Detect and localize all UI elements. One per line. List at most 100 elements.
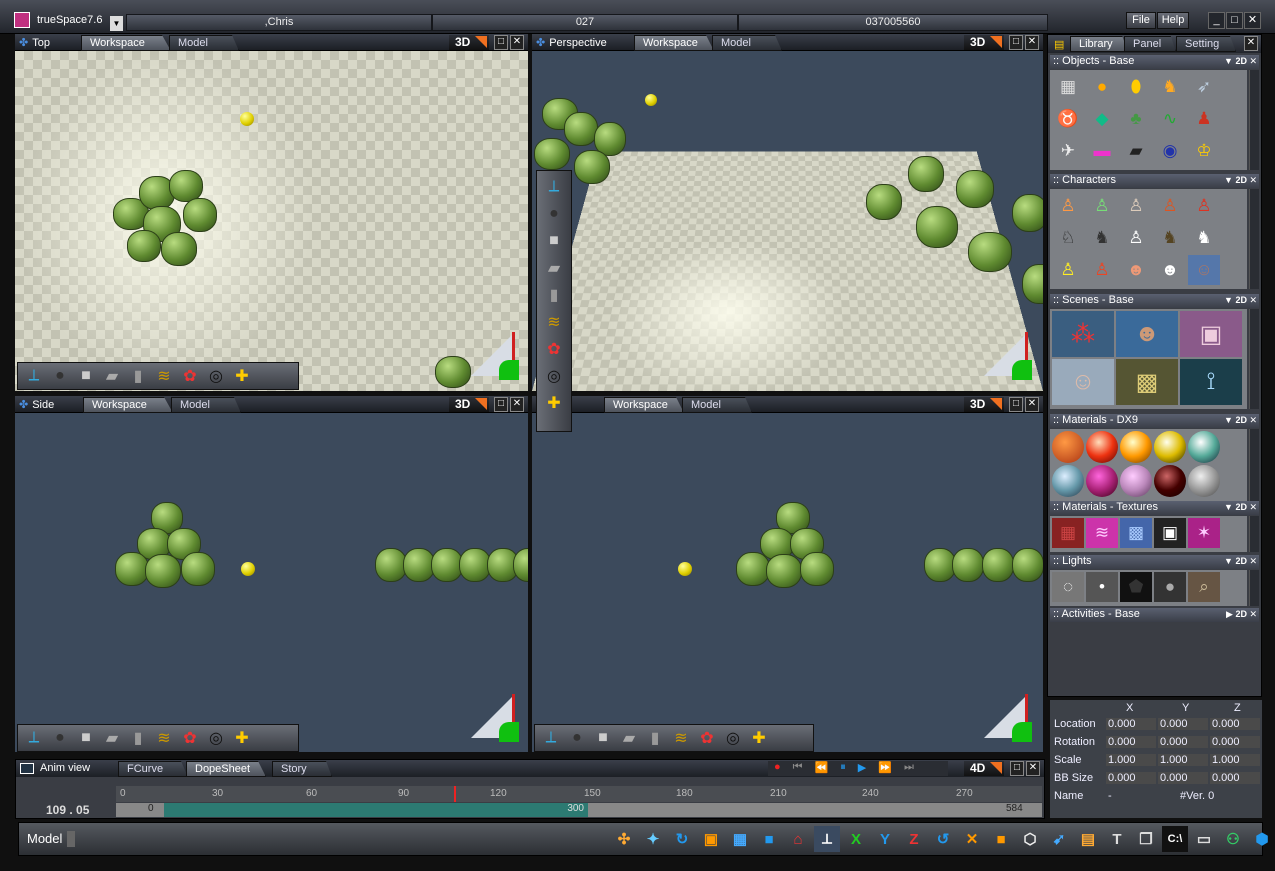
prop-x-field[interactable]: 0.000: [1106, 772, 1156, 784]
cylinder-tool-icon[interactable]: ▮: [126, 726, 150, 750]
sphere-tool-icon[interactable]: ●: [48, 364, 72, 388]
worm-object-icon[interactable]: ∿: [1154, 104, 1186, 134]
tab-workspace[interactable]: Workspace: [81, 35, 171, 51]
tab-model[interactable]: Model: [171, 397, 241, 413]
tab-model[interactable]: Model: [682, 397, 752, 413]
undo-icon[interactable]: ↺: [930, 826, 956, 852]
sprout-cluster[interactable]: [736, 502, 846, 592]
playhead[interactable]: [454, 786, 456, 802]
viewport-top[interactable]: ✤ Top Workspace Model 3D □ ✕ ⟂ ● ■ ▰ ▮ ≋ …: [15, 34, 528, 391]
prop-x-field[interactable]: 0.000: [1106, 718, 1156, 730]
maximize-viewport-icon[interactable]: □: [1009, 35, 1023, 50]
go-start-icon[interactable]: ⏮: [793, 761, 803, 776]
help-menu-button[interactable]: Help: [1157, 12, 1189, 29]
maximize-anim-icon[interactable]: □: [1010, 761, 1024, 776]
close-viewport-icon[interactable]: ✕: [510, 397, 524, 412]
texture-magenta-icon[interactable]: ✶: [1188, 518, 1220, 548]
egg-object-icon[interactable]: ⬮: [1120, 72, 1152, 102]
section-lights[interactable]: :: Lights ▼ 2D ✕: [1050, 555, 1259, 569]
torus-tool-icon[interactable]: ◎: [542, 364, 566, 388]
z-axis-icon[interactable]: Z: [901, 826, 927, 852]
cannon-object-icon[interactable]: ▰: [1120, 136, 1152, 166]
animal-object-icon[interactable]: ♞: [1154, 72, 1186, 102]
viewport-type-icon[interactable]: ✤: [536, 37, 545, 49]
section-materials-dx9[interactable]: :: Materials - DX9 ▼ 2D ✕: [1050, 414, 1259, 428]
material-glass-icon[interactable]: [1052, 465, 1084, 497]
character-woman-icon[interactable]: ♙: [1154, 191, 1186, 221]
scene-balls-icon[interactable]: ⁂: [1052, 311, 1114, 357]
buggy-object-icon[interactable]: ◉: [1154, 136, 1186, 166]
name-field[interactable]: -: [1108, 790, 1112, 802]
cube-tool-icon[interactable]: ■: [74, 364, 98, 388]
plane-tool-icon[interactable]: ▰: [100, 726, 124, 750]
file-menu-button[interactable]: File: [1126, 12, 1156, 29]
plane-tool-icon[interactable]: ▰: [617, 726, 641, 750]
tab-library[interactable]: Library: [1070, 36, 1128, 52]
frog-object-icon[interactable]: ◆: [1086, 104, 1118, 134]
texture-pink-icon[interactable]: ≋: [1086, 518, 1118, 548]
maximize-viewport-icon[interactable]: □: [494, 397, 508, 412]
prop-y-field[interactable]: 1.000: [1158, 754, 1208, 766]
light-point-icon[interactable]: •: [1086, 572, 1118, 602]
character-alien-icon[interactable]: ♙: [1086, 191, 1118, 221]
tab-story[interactable]: Story: [272, 761, 332, 777]
plane-tool-icon[interactable]: ▰: [542, 256, 566, 280]
cylinder-tool-icon[interactable]: ▮: [126, 364, 150, 388]
sprout-cluster[interactable]: [115, 502, 225, 592]
torus-tool-icon[interactable]: ◎: [204, 364, 228, 388]
character-horse-icon[interactable]: ♞: [1154, 223, 1186, 253]
prop-z-field[interactable]: 0.000: [1210, 736, 1260, 748]
fast-forward-icon[interactable]: ⏩: [878, 761, 892, 776]
prop-x-field[interactable]: 1.000: [1106, 754, 1156, 766]
torus-tool-icon[interactable]: ◎: [721, 726, 745, 750]
maximize-viewport-icon[interactable]: □: [1009, 397, 1023, 412]
files-icon[interactable]: ❐: [1133, 826, 1159, 852]
sprout-cluster[interactable]: [113, 168, 223, 278]
prop-z-field[interactable]: 0.000: [1210, 772, 1260, 784]
sprout-row[interactable]: [908, 156, 944, 192]
go-end-icon[interactable]: ⏭: [904, 761, 914, 776]
material-fire-icon[interactable]: [1052, 431, 1084, 463]
people-icon[interactable]: ⚇: [1220, 826, 1246, 852]
materials-scrollbar[interactable]: [1249, 429, 1259, 501]
section-scenes-base[interactable]: :: Scenes - Base ▼ 2D ✕: [1050, 294, 1259, 308]
character-skeleton-icon[interactable]: ♙: [1120, 191, 1152, 221]
close-icon[interactable]: ✕: [1244, 12, 1261, 29]
floating-toolbar[interactable]: ⟂ ● ■ ▰ ▮ ≋ ✿ ◎ ✚: [536, 170, 572, 432]
cylinder-tool-icon[interactable]: ▮: [542, 283, 566, 307]
orange-box-icon[interactable]: ■: [988, 826, 1014, 852]
material-dark-red-icon[interactable]: [1154, 465, 1186, 497]
tab-fcurve[interactable]: FCurve: [118, 761, 188, 777]
prop-z-field[interactable]: 1.000: [1210, 754, 1260, 766]
character-white-icon[interactable]: ♙: [1120, 223, 1152, 253]
material-red-icon[interactable]: [1086, 431, 1118, 463]
axes-tool-icon[interactable]: ⟂: [542, 175, 566, 199]
mode-3d-button[interactable]: 3D: [449, 397, 489, 412]
character-trooper-icon[interactable]: ☻: [1154, 255, 1186, 285]
tab-workspace[interactable]: Workspace: [83, 397, 173, 413]
viewport-side[interactable]: ✤ Side Workspace Model 3D □ ✕ ⟂ ● ■ ▰ ▮ ≋…: [15, 396, 528, 752]
tab-model[interactable]: Model: [169, 35, 239, 51]
lights-scrollbar[interactable]: [1249, 570, 1259, 606]
palette-tool-icon[interactable]: ✿: [178, 364, 202, 388]
stairs-tool-icon[interactable]: ≋: [152, 364, 176, 388]
yellow-ball[interactable]: [678, 562, 692, 576]
light-spot-icon[interactable]: ●: [1154, 572, 1186, 602]
scene-oldman-icon[interactable]: ☺: [1052, 359, 1114, 405]
tab-workspace[interactable]: Workspace: [634, 35, 714, 51]
light-area-icon[interactable]: ⬟: [1120, 572, 1152, 602]
mode-3d-button[interactable]: 3D: [964, 397, 1004, 412]
sprout-row[interactable]: [968, 232, 1012, 272]
box-tool-icon[interactable]: ▣: [698, 826, 724, 852]
rotate-tool-icon[interactable]: ↻: [669, 826, 695, 852]
stairs-tool-icon[interactable]: ≋: [152, 726, 176, 750]
pause-icon[interactable]: ⏸: [840, 761, 846, 776]
texture-checker-icon[interactable]: ▣: [1154, 518, 1186, 548]
tab-panel[interactable]: Panel: [1124, 36, 1176, 52]
tab-dopesheet[interactable]: DopeSheet: [186, 761, 266, 777]
close-viewport-icon[interactable]: ✕: [1025, 397, 1039, 412]
light-projector-icon[interactable]: ⌕: [1188, 572, 1220, 602]
range-fill[interactable]: 300: [164, 803, 588, 817]
sphere-object-icon[interactable]: ●: [1086, 72, 1118, 102]
prop-x-field[interactable]: 0.000: [1106, 736, 1156, 748]
